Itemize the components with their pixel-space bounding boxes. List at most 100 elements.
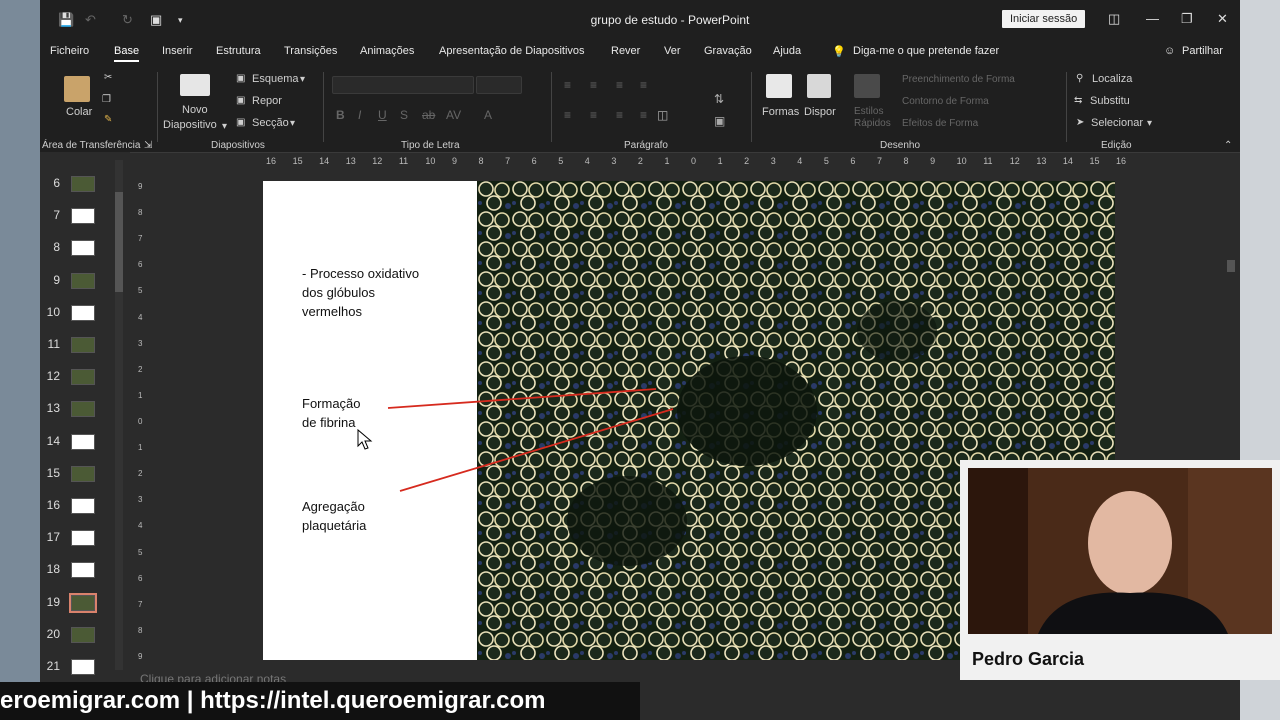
share-button[interactable]: Partilhar [1182, 45, 1223, 57]
shape-outline-button[interactable]: Contorno de Forma [902, 96, 989, 107]
shape-effects-button[interactable]: Efeitos de Forma [902, 118, 978, 129]
restore-icon[interactable]: ❐ [1181, 11, 1193, 27]
thumbnail-preview[interactable] [71, 659, 95, 675]
bold-icon[interactable]: B [336, 108, 345, 122]
thumbnail-slide[interactable]: 9 [40, 271, 130, 291]
tab-estrutura[interactable]: Estrutura [216, 45, 261, 57]
thumbnail-preview[interactable] [71, 401, 95, 418]
paste-icon[interactable] [64, 76, 90, 102]
tab-ficheiro[interactable]: Ficheiro [50, 45, 89, 57]
align-right-icon[interactable]: ≡ [616, 108, 623, 122]
dialog-launcher-icon[interactable]: ⇲ [144, 140, 152, 151]
align-center-icon[interactable]: ≡ [590, 108, 597, 122]
close-icon[interactable]: ✕ [1217, 11, 1228, 27]
thumbnail-preview[interactable] [71, 272, 95, 289]
shapes-button[interactable]: Formas [762, 106, 799, 118]
font-color-icon[interactable]: A [484, 108, 492, 122]
tab-anima-es[interactable]: Animações [360, 45, 414, 57]
quick-styles-label-2[interactable]: Rápidos [854, 118, 891, 129]
find-button[interactable]: Localiza [1092, 73, 1132, 85]
new-slide-label-1[interactable]: Novo [182, 104, 208, 116]
thumbnail-slide[interactable]: 21 [40, 657, 130, 677]
columns-icon[interactable]: ◫ [657, 108, 668, 122]
thumbnail-preview[interactable] [71, 498, 95, 514]
chevron-down-icon[interactable]: ▾ [300, 74, 305, 85]
thumbnail-slide[interactable]: 7 [40, 206, 130, 226]
layout-button[interactable]: Esquema [252, 73, 298, 85]
chevron-down-icon[interactable]: ▾ [222, 121, 227, 132]
tab-ajuda[interactable]: Ajuda [773, 45, 801, 57]
increase-indent-icon[interactable]: ≡ [640, 78, 647, 92]
quick-styles-icon[interactable] [854, 74, 880, 98]
thumbnail-slide[interactable]: 13 [40, 399, 130, 419]
tab-base[interactable]: Base [114, 45, 140, 62]
tell-me-search[interactable]: Diga-me o que pretende fazer [853, 45, 999, 57]
smartart-icon[interactable]: ▣ [714, 114, 725, 128]
sign-in-button[interactable]: Iniciar sessão [1002, 10, 1086, 28]
collapse-ribbon-icon[interactable]: ⌃ [1224, 140, 1232, 151]
replace-button[interactable]: Substitu [1090, 95, 1130, 107]
arrow-line[interactable] [387, 388, 657, 409]
paste-button[interactable]: Colar [66, 106, 92, 118]
thumbnail-preview[interactable] [71, 465, 95, 482]
text-direction-icon[interactable]: ⇅ [714, 92, 724, 106]
thumbnail-slide[interactable]: 20 [40, 625, 130, 645]
thumbnail-preview[interactable] [71, 208, 95, 225]
new-slide-icon[interactable] [180, 74, 210, 96]
tab-transi-es[interactable]: Transições [284, 45, 337, 57]
thumbnail-slide[interactable]: 14 [40, 432, 130, 452]
tab-grava-o[interactable]: Gravação [704, 45, 752, 57]
arrange-icon[interactable] [807, 74, 831, 98]
thumbnail-slide[interactable]: 15 [40, 464, 130, 484]
justify-icon[interactable]: ≡ [640, 108, 647, 122]
undo-icon[interactable]: ↶ [85, 12, 96, 28]
ribbon-display-icon[interactable]: ◫ [1108, 11, 1120, 27]
numbering-icon[interactable]: ≡ [590, 78, 597, 92]
thumbnail-slide[interactable]: 10 [40, 303, 130, 323]
underline-icon[interactable]: U [378, 108, 387, 122]
thumbnail-preview[interactable] [69, 592, 97, 613]
thumbnail-slide[interactable]: 17 [40, 528, 130, 548]
thumbnail-preview[interactable] [71, 530, 95, 547]
format-painter-icon[interactable]: ✎ [104, 114, 112, 125]
tab-inserir[interactable]: Inserir [162, 45, 193, 57]
redo-icon[interactable]: ↻ [122, 12, 133, 28]
quick-styles-label-1[interactable]: Estilos [854, 106, 883, 117]
thumbnail-slide[interactable]: 18 [40, 560, 130, 580]
reset-button[interactable]: Repor [252, 95, 282, 107]
thumbnail-preview[interactable] [71, 562, 95, 579]
thumbnail-slide[interactable]: 12 [40, 367, 130, 387]
cut-icon[interactable]: ✂ [104, 72, 112, 83]
bullets-icon[interactable]: ≡ [564, 78, 571, 92]
font-size-dropdown[interactable] [476, 76, 522, 94]
thumbnail-preview[interactable] [71, 176, 95, 192]
font-name-dropdown[interactable] [332, 76, 474, 94]
shape-fill-button[interactable]: Preenchimento de Forma [902, 74, 1015, 85]
thumbnail-preview[interactable] [71, 433, 95, 450]
chevron-down-icon[interactable]: ▾ [290, 118, 295, 129]
tab-apresenta-o-de-diapositivos[interactable]: Apresentação de Diapositivos [439, 45, 585, 57]
thumbnail-slide[interactable]: 6 [40, 174, 130, 194]
thumbnail-preview[interactable] [71, 304, 95, 321]
italic-icon[interactable]: I [358, 108, 361, 122]
decrease-indent-icon[interactable]: ≡ [616, 78, 623, 92]
thumbnail-preview[interactable] [71, 369, 95, 386]
arrange-button[interactable]: Dispor [804, 106, 836, 118]
new-slide-label-2[interactable]: Diapositivo [163, 119, 217, 131]
strikethrough-icon[interactable]: ab [422, 108, 435, 122]
section-button[interactable]: Secção [252, 117, 289, 129]
copy-icon[interactable]: ❐ [102, 94, 111, 105]
minimize-icon[interactable]: — [1146, 11, 1159, 26]
align-left-icon[interactable]: ≡ [564, 108, 571, 122]
arrow-line[interactable] [399, 408, 674, 492]
chevron-down-icon[interactable]: ▾ [1147, 118, 1152, 129]
scrollbar-thumb[interactable] [1227, 260, 1235, 272]
thumbnail-slide[interactable]: 19 [40, 592, 130, 613]
thumbnail-preview[interactable] [71, 240, 95, 257]
char-spacing-icon[interactable]: AV [446, 108, 461, 122]
customize-toolbar-icon[interactable]: ▾ [178, 15, 183, 26]
tab-ver[interactable]: Ver [664, 45, 681, 57]
thumbnail-slide[interactable]: 11 [40, 335, 130, 355]
shapes-icon[interactable] [766, 74, 792, 98]
shadow-icon[interactable]: S [400, 108, 408, 122]
